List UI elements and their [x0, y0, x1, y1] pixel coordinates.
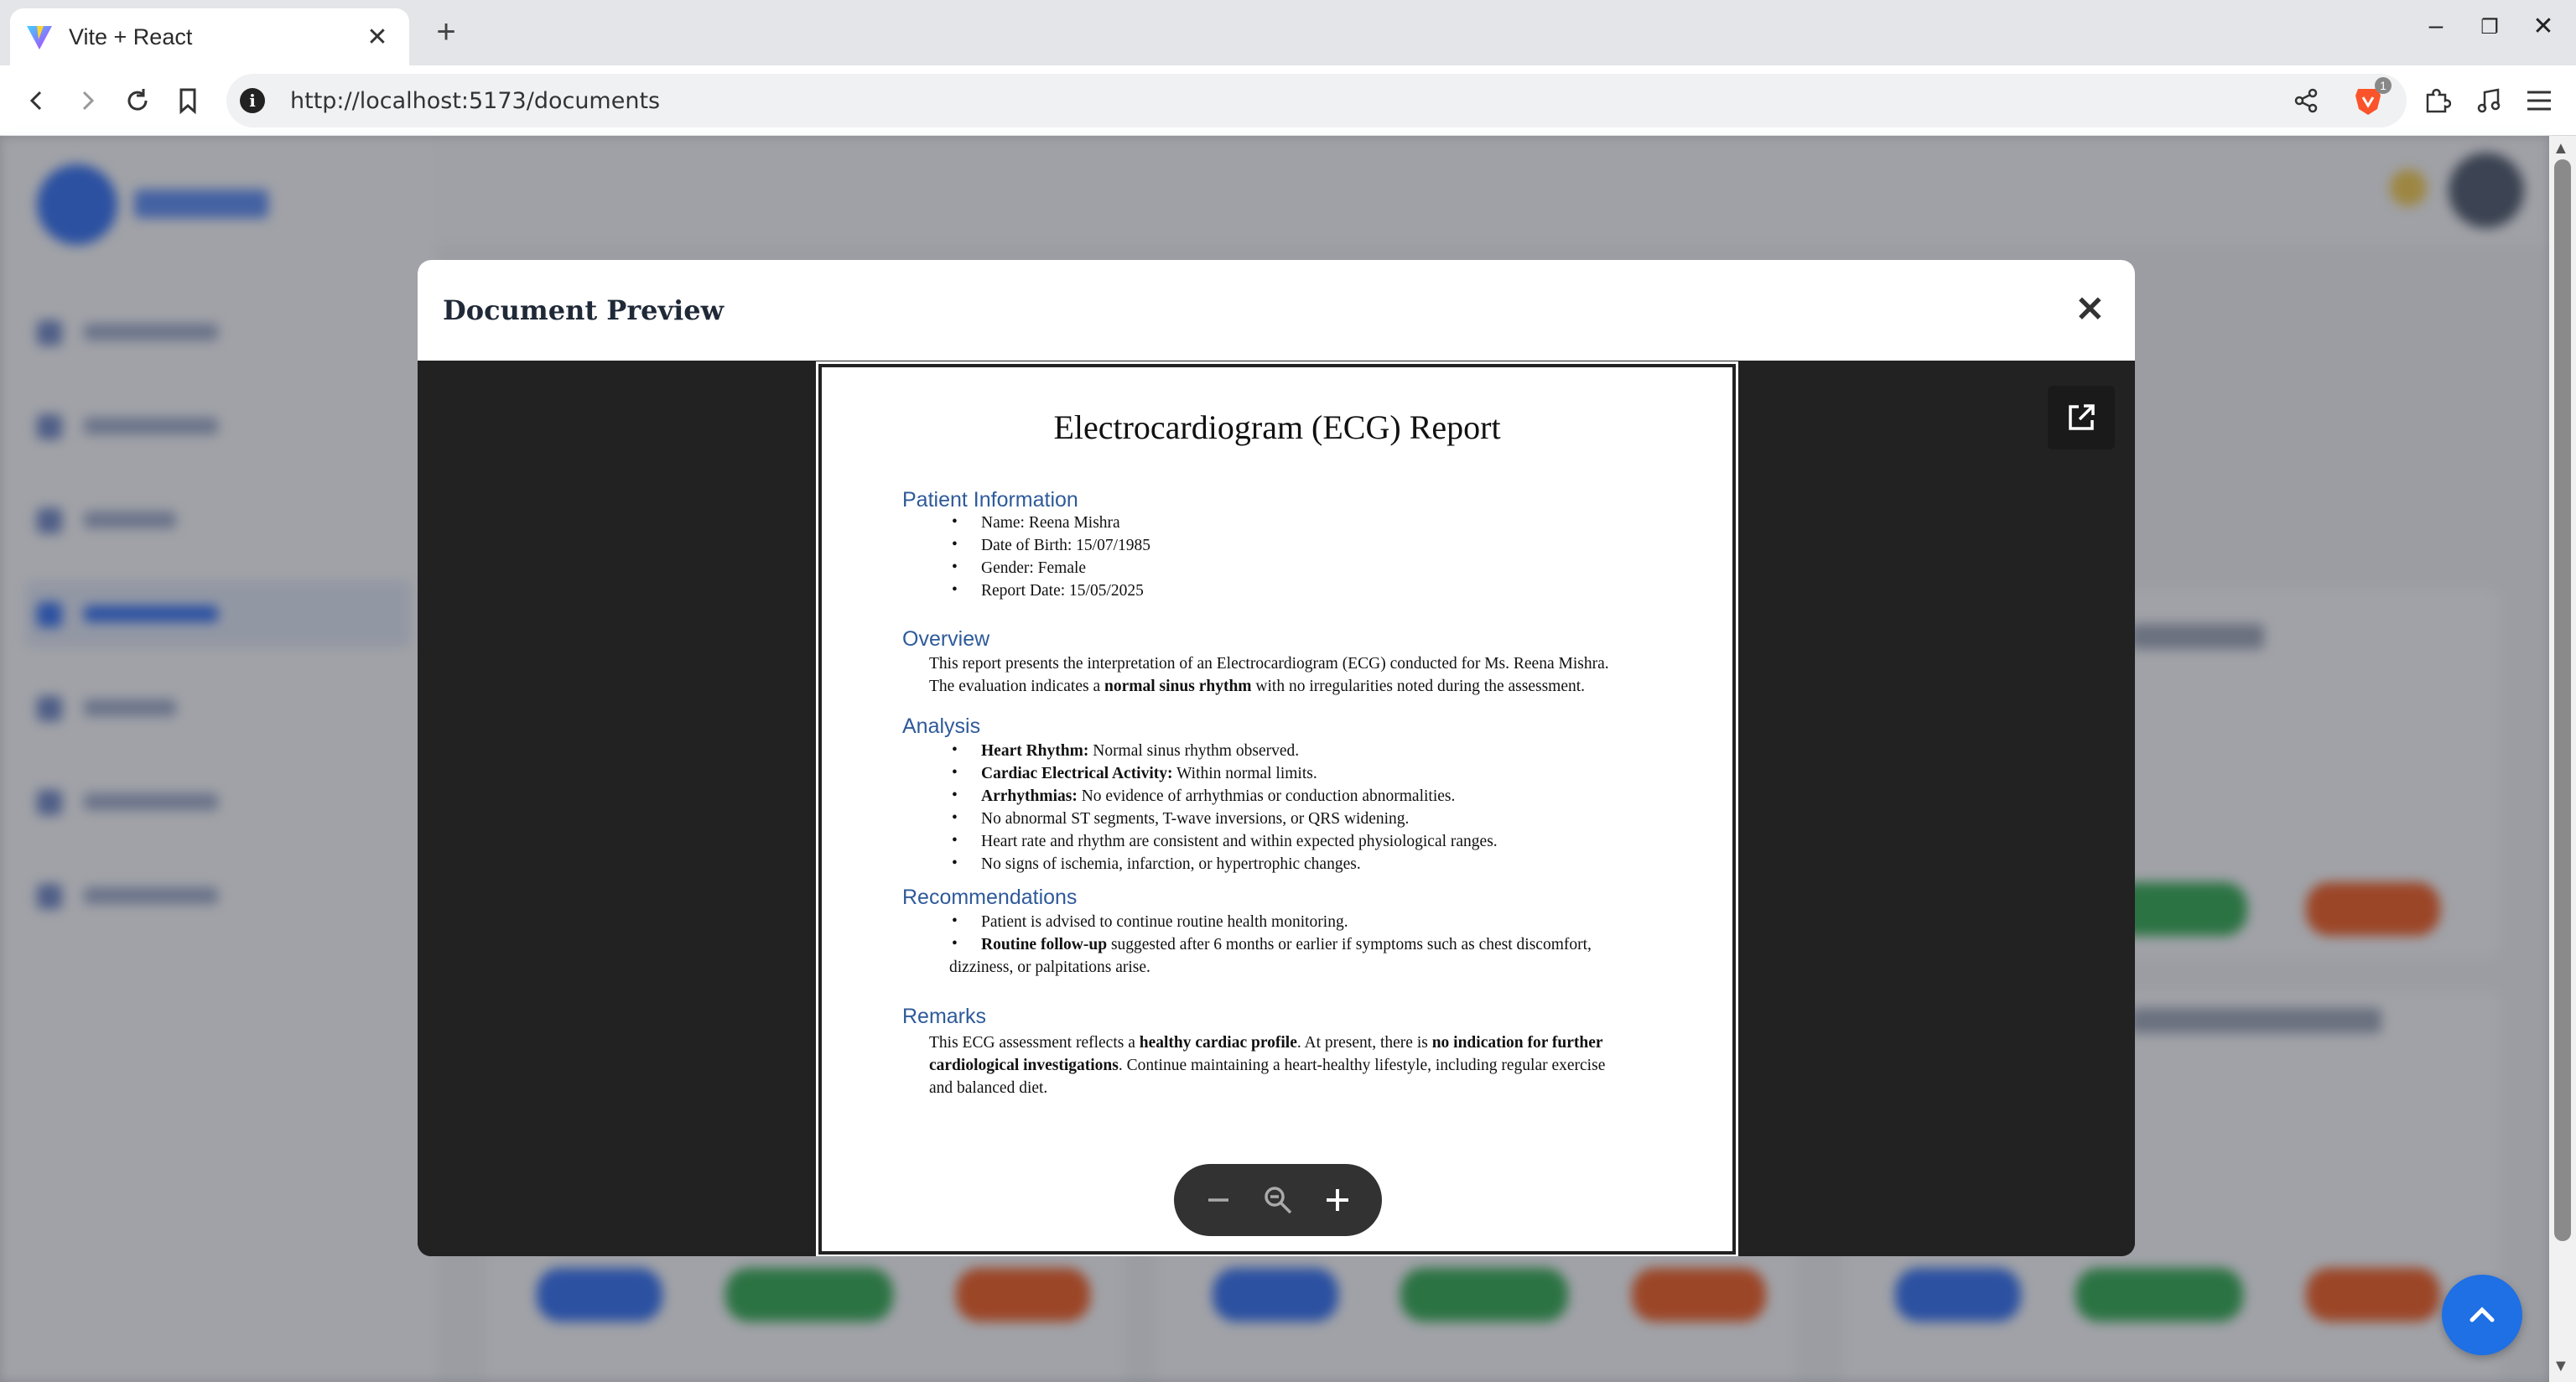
magnifier-icon: [1265, 1187, 1292, 1214]
modal-header: Document Preview ✕: [418, 260, 2135, 361]
forward-button[interactable]: [67, 81, 107, 121]
document-page: Electrocardiogram (ECG) Report Patient I…: [816, 361, 1738, 1256]
bookmark-icon: [179, 88, 196, 115]
report-date: Report Date: 15/05/2025: [981, 582, 1144, 600]
document-content: Electrocardiogram (ECG) Report Patient I…: [822, 367, 1732, 1251]
analysis-item: Heart Rhythm: Normal sinus rhythm observ…: [981, 742, 1300, 760]
recommendation-item: Routine follow-up suggested after 6 mont…: [981, 936, 1592, 953]
section-heading-recommendations: Recommendations: [902, 886, 1078, 909]
arrow-right-icon: [82, 91, 95, 111]
overview-line-2: The evaluation indicates a normal sinus …: [929, 678, 1586, 695]
document-title: Electrocardiogram (ECG) Report: [1053, 408, 1501, 446]
puzzle-icon: [2426, 88, 2451, 113]
extensions-button[interactable]: [2417, 81, 2457, 121]
bullet: •: [952, 935, 958, 953]
section-heading-overview: Overview: [902, 627, 990, 651]
new-tab-button[interactable]: +: [426, 13, 466, 51]
modal-title: Document Preview: [443, 294, 724, 326]
open-in-new-tab-button[interactable]: [2048, 386, 2115, 449]
patient-gender: Gender: Female: [981, 559, 1087, 577]
close-window-button[interactable]: ✕: [2522, 12, 2564, 41]
document-preview-modal: Document Preview ✕ Electrocardiogram (EC…: [418, 260, 2135, 1256]
analysis-item: Cardiac Electrical Activity: Within norm…: [981, 765, 1317, 782]
section-heading-remarks: Remarks: [902, 1005, 987, 1028]
bullet: •: [952, 832, 958, 849]
bullet: •: [952, 536, 958, 553]
minimize-window-button[interactable]: –: [2415, 12, 2457, 40]
modal-close-button[interactable]: ✕: [2075, 292, 2105, 327]
patient-name: Name: Reena Mishra: [981, 514, 1120, 532]
bullet: •: [952, 741, 958, 759]
bookmark-button[interactable]: [168, 81, 208, 121]
bullet: •: [952, 559, 958, 576]
tab-close-icon[interactable]: ✕: [361, 23, 394, 52]
url-text[interactable]: http://localhost:5173/documents: [290, 88, 660, 114]
remarks-paragraph: This ECG assessment reflects a healthy c…: [929, 1034, 1606, 1097]
patient-dob: Date of Birth: 15/07/1985: [981, 537, 1151, 554]
scroll-down-arrow-icon[interactable]: ▼: [2553, 1357, 2569, 1376]
section-heading-patient-info: Patient Information: [902, 488, 1078, 512]
reload-button[interactable]: [117, 81, 158, 121]
share-button[interactable]: [2286, 81, 2326, 121]
restore-window-button[interactable]: ❐: [2469, 15, 2511, 39]
site-info-icon[interactable]: i: [240, 88, 265, 113]
minus-icon: [1208, 1198, 1229, 1202]
scroll-up-arrow-icon[interactable]: ▲: [2553, 139, 2569, 158]
zoom-controls: [1174, 1164, 1382, 1236]
arrow-left-icon: [29, 91, 42, 111]
hamburger-menu-icon: [2527, 91, 2551, 111]
bullet: •: [952, 787, 958, 804]
section-heading-analysis: Analysis: [902, 714, 981, 738]
scroll-to-top-button[interactable]: [2442, 1275, 2522, 1355]
bullet: •: [952, 581, 958, 599]
bullet: •: [952, 764, 958, 782]
zoom-in-button[interactable]: [1312, 1175, 1363, 1225]
browser-nav-bar: i http://localhost:5173/documents 1: [0, 65, 2576, 136]
document-viewer: Electrocardiogram (ECG) Report Patient I…: [418, 361, 2135, 1256]
plus-icon: [1326, 1189, 1348, 1211]
bullet: •: [952, 855, 958, 872]
media-button[interactable]: [2469, 81, 2509, 121]
brave-shields-button[interactable]: 1: [2348, 77, 2392, 121]
recommendation-item: Patient is advised to continue routine h…: [981, 913, 1348, 931]
recommendation-item-continuation: dizziness, or palpitations arise.: [949, 959, 1150, 976]
tab-title: Vite + React: [69, 23, 193, 49]
zoom-out-button[interactable]: [1193, 1175, 1244, 1225]
analysis-item: No signs of ischemia, infarction, or hyp…: [981, 855, 1361, 873]
reload-icon: [127, 89, 148, 111]
address-bar[interactable]: i http://localhost:5173/documents: [226, 74, 2407, 127]
bullet: •: [952, 912, 958, 930]
external-link-icon: [2069, 404, 2095, 430]
browser-tab-bar: Vite + React ✕ + – ❐ ✕: [0, 0, 2576, 65]
share-icon: [2294, 88, 2318, 113]
music-note-icon: [2477, 88, 2501, 113]
browser-tab[interactable]: Vite + React ✕: [10, 8, 409, 65]
menu-button[interactable]: [2519, 81, 2559, 121]
vite-logo-icon: [27, 26, 52, 49]
shields-badge: 1: [2375, 77, 2392, 94]
bullet: •: [952, 809, 958, 827]
analysis-item: Heart rate and rhythm are consistent and…: [981, 833, 1498, 850]
overview-line-1: This report presents the interpretation …: [929, 655, 1609, 673]
overview-paragraph: This report presents the interpretation …: [929, 652, 1684, 698]
back-button[interactable]: [17, 81, 57, 121]
analysis-item: No abnormal ST segments, T-wave inversio…: [981, 810, 1410, 828]
analysis-item: Arrhythmias: No evidence of arrhythmias …: [981, 787, 1456, 805]
scrollbar-thumb[interactable]: [2554, 159, 2571, 1241]
zoom-reset-button[interactable]: [1253, 1175, 1303, 1225]
chevron-up-icon: [2470, 1307, 2495, 1322]
bullet: •: [952, 513, 958, 531]
